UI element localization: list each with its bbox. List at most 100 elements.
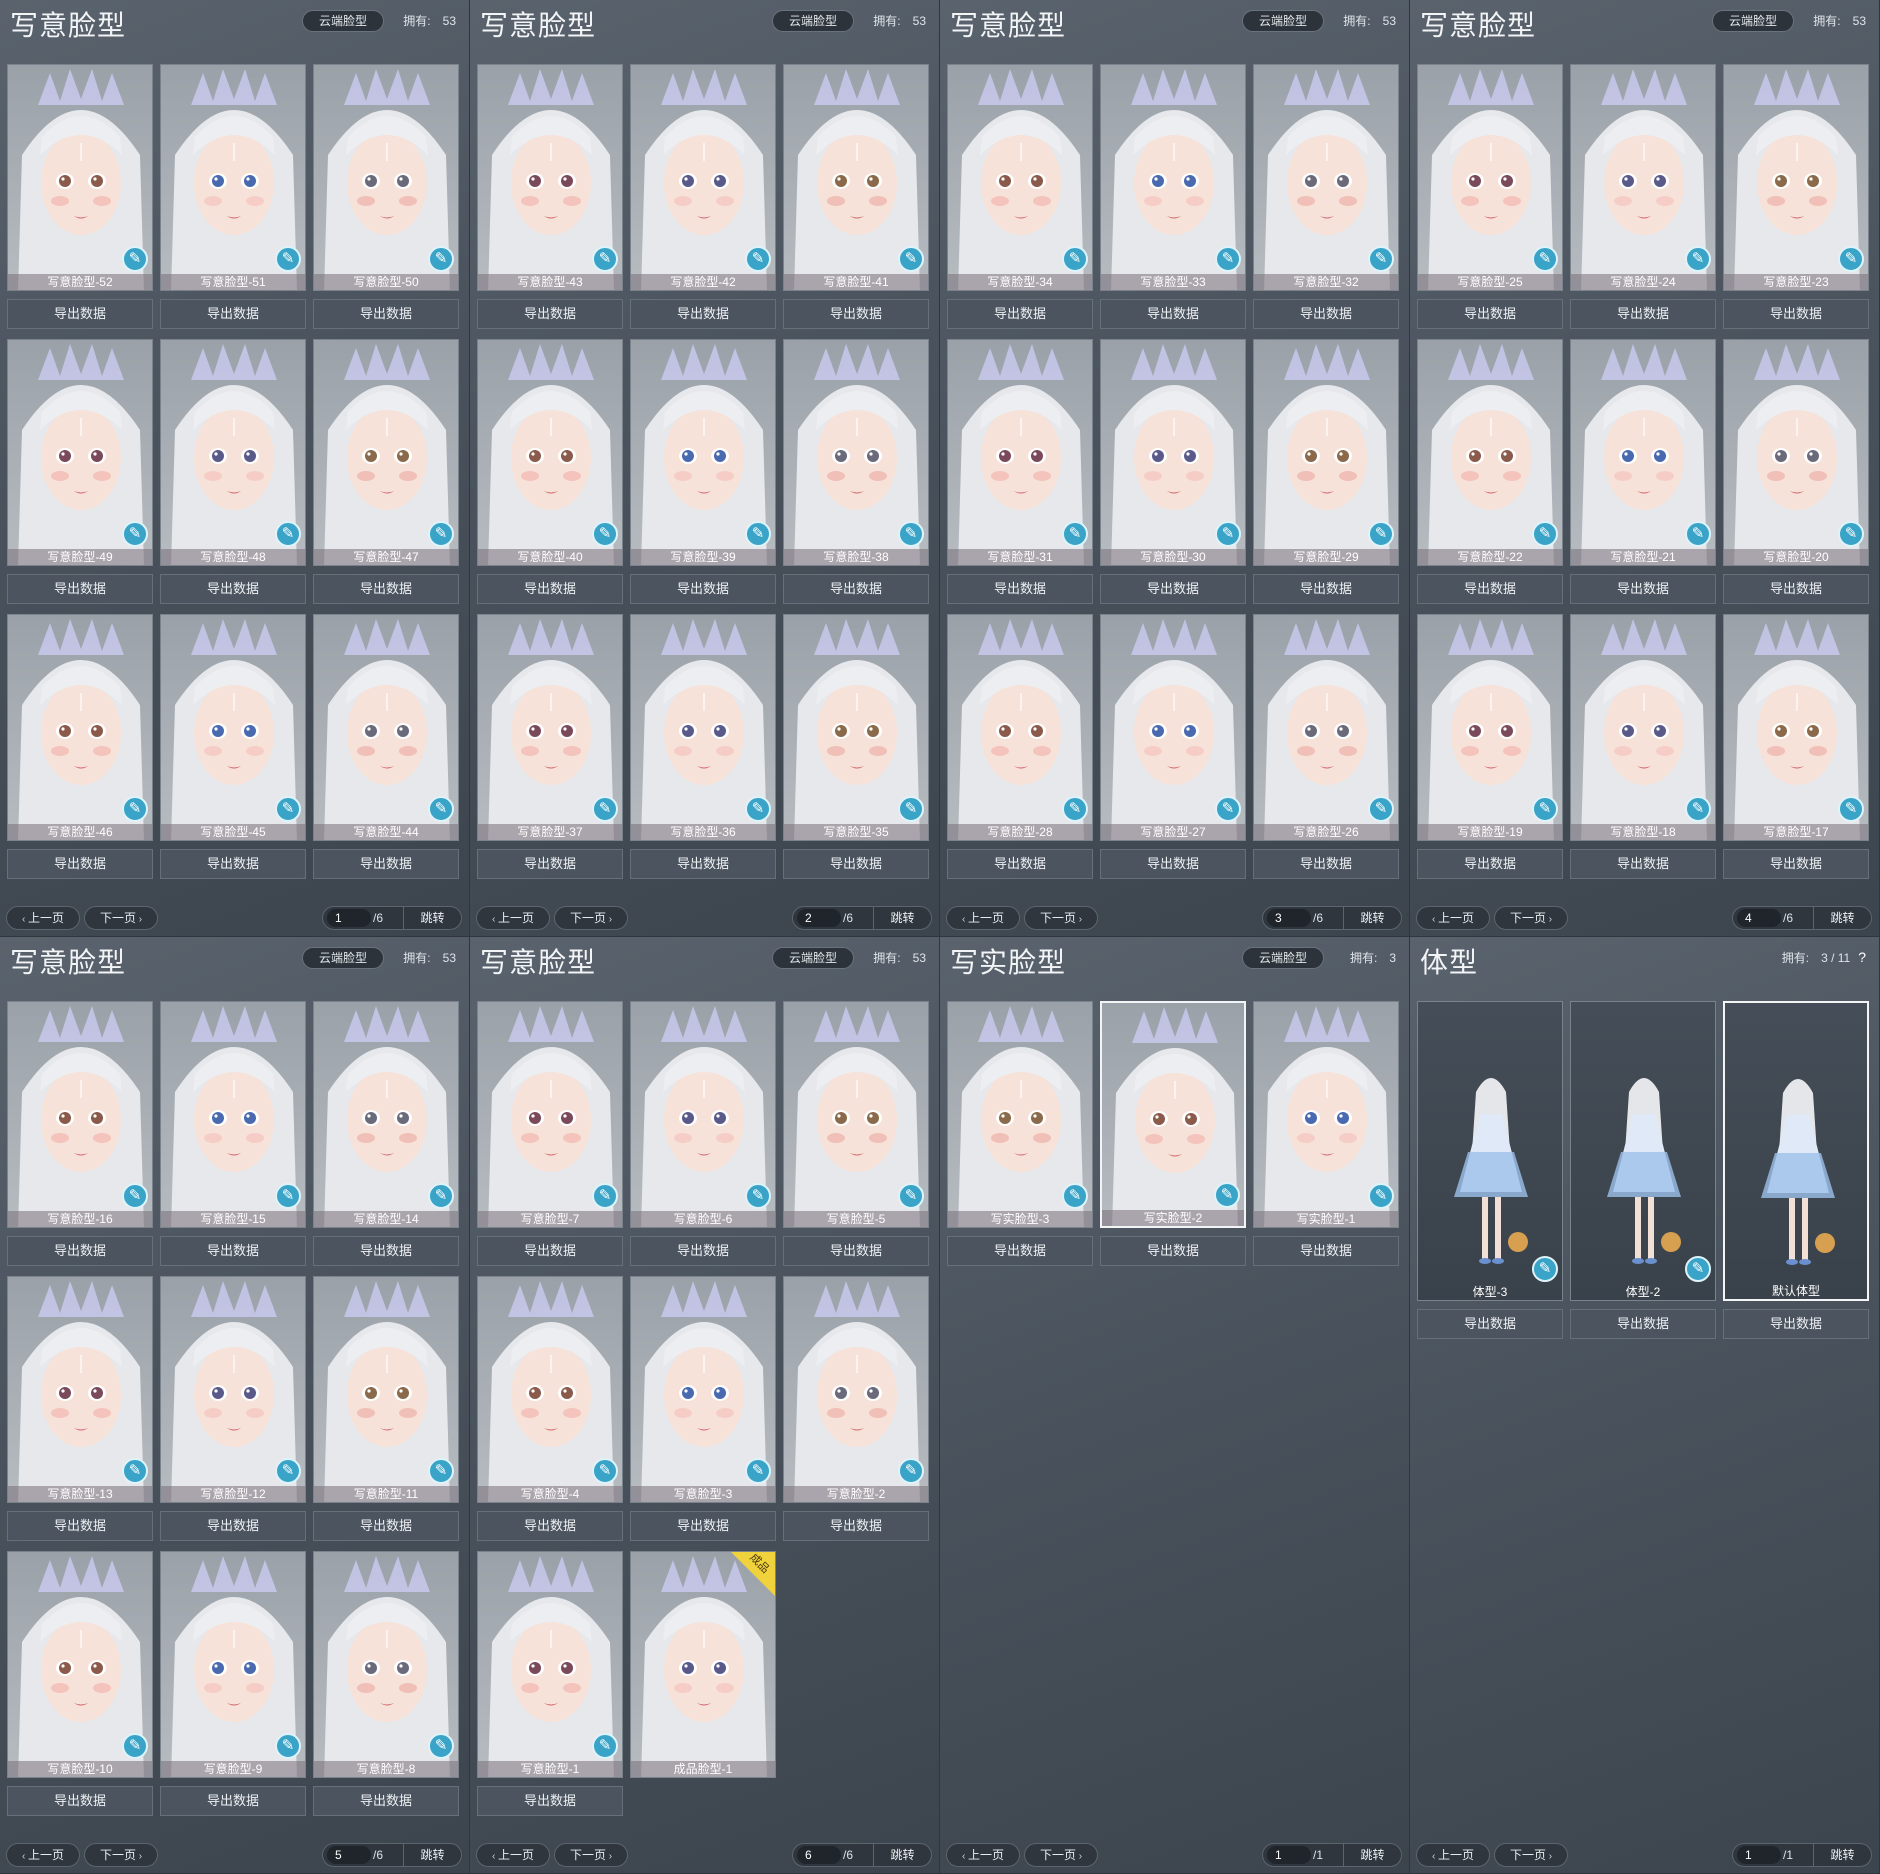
export-data-button[interactable]: 导出数据	[1100, 849, 1246, 879]
face-card[interactable]: 写意脸型-18 ✎ 导出数据	[1570, 614, 1716, 879]
export-data-button[interactable]: 导出数据	[947, 299, 1093, 329]
face-thumbnail[interactable]: 写意脸型-45 ✎	[160, 614, 306, 841]
brush-icon[interactable]: ✎	[1838, 246, 1864, 272]
face-card[interactable]: 写意脸型-41 ✎ 导出数据	[783, 64, 929, 329]
export-data-button[interactable]: 导出数据	[783, 1236, 929, 1266]
cloud-faces-button[interactable]: 云端脸型	[772, 10, 854, 32]
export-data-button[interactable]: 导出数据	[477, 299, 623, 329]
export-data-button[interactable]: 导出数据	[313, 574, 459, 604]
face-thumbnail[interactable]: 写意脸型-5 ✎	[783, 1001, 929, 1228]
face-card[interactable]: 写意脸型-48 ✎ 导出数据	[160, 339, 306, 604]
export-data-button[interactable]: 导出数据	[1253, 1236, 1399, 1266]
page-number-input[interactable]: 4	[1737, 909, 1781, 927]
export-data-button[interactable]: 导出数据	[630, 299, 776, 329]
export-data-button[interactable]: 导出数据	[160, 849, 306, 879]
help-icon[interactable]: ?	[1858, 949, 1866, 965]
export-data-button[interactable]: 导出数据	[160, 1511, 306, 1541]
export-data-button[interactable]: 导出数据	[477, 1511, 623, 1541]
face-thumbnail[interactable]: 写意脸型-1 ✎	[477, 1551, 623, 1778]
export-data-button[interactable]: 导出数据	[1723, 1309, 1869, 1339]
face-card[interactable]: 写意脸型-50 ✎ 导出数据	[313, 64, 459, 329]
export-data-button[interactable]: 导出数据	[630, 574, 776, 604]
export-data-button[interactable]: 导出数据	[783, 1511, 929, 1541]
brush-icon[interactable]: ✎	[898, 1458, 924, 1484]
export-data-button[interactable]: 导出数据	[1100, 299, 1246, 329]
face-thumbnail[interactable]: 写意脸型-17 ✎	[1723, 614, 1869, 841]
prev-page-button[interactable]: ‹ 上一页	[1416, 1843, 1490, 1867]
face-card[interactable]: 写意脸型-8 ✎ 导出数据	[313, 1551, 459, 1816]
face-thumbnail[interactable]: 写意脸型-16 ✎	[7, 1001, 153, 1228]
face-card[interactable]: 写意脸型-19 ✎ 导出数据	[1417, 614, 1563, 879]
brush-icon[interactable]: ✎	[428, 521, 454, 547]
brush-icon[interactable]: ✎	[1685, 246, 1711, 272]
face-card[interactable]: 写意脸型-43 ✎ 导出数据	[477, 64, 623, 329]
page-number-input[interactable]: 1	[1267, 1846, 1311, 1864]
face-thumbnail[interactable]: 写实脸型-1 ✎	[1253, 1001, 1399, 1228]
face-card[interactable]: 写意脸型-34 ✎ 导出数据	[947, 64, 1093, 329]
cloud-faces-button[interactable]: 云端脸型	[1712, 10, 1794, 32]
face-thumbnail[interactable]: 写意脸型-21 ✎	[1570, 339, 1716, 566]
face-card[interactable]: 写意脸型-27 ✎ 导出数据	[1100, 614, 1246, 879]
face-card[interactable]: 写意脸型-25 ✎ 导出数据	[1417, 64, 1563, 329]
export-data-button[interactable]: 导出数据	[1570, 1309, 1716, 1339]
export-data-button[interactable]: 导出数据	[630, 849, 776, 879]
export-data-button[interactable]: 导出数据	[477, 849, 623, 879]
face-thumbnail[interactable]: 写意脸型-37 ✎	[477, 614, 623, 841]
face-card[interactable]: 写意脸型-23 ✎ 导出数据	[1723, 64, 1869, 329]
brush-icon[interactable]: ✎	[1062, 796, 1088, 822]
jump-button[interactable]: 跳转	[873, 1844, 931, 1866]
face-thumbnail[interactable]: 写意脸型-43 ✎	[477, 64, 623, 291]
brush-icon[interactable]: ✎	[428, 1458, 454, 1484]
brush-icon[interactable]: ✎	[745, 796, 771, 822]
brush-icon[interactable]: ✎	[1532, 521, 1558, 547]
next-page-button[interactable]: 下一页 ›	[1024, 906, 1098, 930]
brush-icon[interactable]: ✎	[592, 246, 618, 272]
export-data-button[interactable]: 导出数据	[160, 574, 306, 604]
face-thumbnail[interactable]: 写意脸型-31 ✎	[947, 339, 1093, 566]
jump-button[interactable]: 跳转	[403, 1844, 461, 1866]
face-thumbnail[interactable]: 写意脸型-7 ✎	[477, 1001, 623, 1228]
export-data-button[interactable]: 导出数据	[630, 1236, 776, 1266]
jump-button[interactable]: 跳转	[1343, 907, 1401, 929]
prev-page-button[interactable]: ‹ 上一页	[1416, 906, 1490, 930]
face-card[interactable]: 写意脸型-3 ✎ 导出数据	[630, 1276, 776, 1541]
brush-icon[interactable]: ✎	[1062, 1183, 1088, 1209]
face-thumbnail[interactable]: 写意脸型-18 ✎	[1570, 614, 1716, 841]
face-thumbnail[interactable]: 写意脸型-13 ✎	[7, 1276, 153, 1503]
body-thumbnail[interactable]: 体型-3 ✎	[1417, 1001, 1563, 1301]
face-card[interactable]: 写意脸型-36 ✎ 导出数据	[630, 614, 776, 879]
face-card[interactable]: 写意脸型-11 ✎ 导出数据	[313, 1276, 459, 1541]
face-card[interactable]: 写意脸型-28 ✎ 导出数据	[947, 614, 1093, 879]
face-thumbnail[interactable]: 写意脸型-44 ✎	[313, 614, 459, 841]
brush-icon[interactable]: ✎	[275, 1733, 301, 1759]
face-thumbnail[interactable]: 写意脸型-2 ✎	[783, 1276, 929, 1503]
export-data-button[interactable]: 导出数据	[783, 299, 929, 329]
face-thumbnail[interactable]: 写意脸型-41 ✎	[783, 64, 929, 291]
face-thumbnail[interactable]: 写意脸型-20 ✎	[1723, 339, 1869, 566]
face-card[interactable]: 写意脸型-49 ✎ 导出数据	[7, 339, 153, 604]
face-card[interactable]: 写意脸型-30 ✎ 导出数据	[1100, 339, 1246, 604]
face-card[interactable]: 写意脸型-38 ✎ 导出数据	[783, 339, 929, 604]
face-thumbnail[interactable]: 写意脸型-11 ✎	[313, 1276, 459, 1503]
face-thumbnail[interactable]: 写意脸型-29 ✎	[1253, 339, 1399, 566]
export-data-button[interactable]: 导出数据	[160, 1236, 306, 1266]
export-data-button[interactable]: 导出数据	[1100, 574, 1246, 604]
face-card[interactable]: 写意脸型-2 ✎ 导出数据	[783, 1276, 929, 1541]
brush-icon[interactable]: ✎	[898, 521, 924, 547]
prev-page-button[interactable]: ‹ 上一页	[476, 1843, 550, 1867]
jump-button[interactable]: 跳转	[403, 907, 461, 929]
next-page-button[interactable]: 下一页 ›	[554, 1843, 628, 1867]
brush-icon[interactable]: ✎	[428, 1733, 454, 1759]
face-card[interactable]: 写意脸型-6 ✎ 导出数据	[630, 1001, 776, 1266]
export-data-button[interactable]: 导出数据	[1723, 849, 1869, 879]
export-data-button[interactable]: 导出数据	[1253, 299, 1399, 329]
brush-icon[interactable]: ✎	[745, 1183, 771, 1209]
prev-page-button[interactable]: ‹ 上一页	[946, 1843, 1020, 1867]
face-thumbnail[interactable]: 写意脸型-40 ✎	[477, 339, 623, 566]
face-thumbnail[interactable]: 写意脸型-46 ✎	[7, 614, 153, 841]
face-thumbnail[interactable]: 写意脸型-33 ✎	[1100, 64, 1246, 291]
face-thumbnail[interactable]: 写意脸型-52 ✎	[7, 64, 153, 291]
brush-icon[interactable]: ✎	[122, 1733, 148, 1759]
export-data-button[interactable]: 导出数据	[160, 1786, 306, 1816]
face-card[interactable]: 写意脸型-5 ✎ 导出数据	[783, 1001, 929, 1266]
